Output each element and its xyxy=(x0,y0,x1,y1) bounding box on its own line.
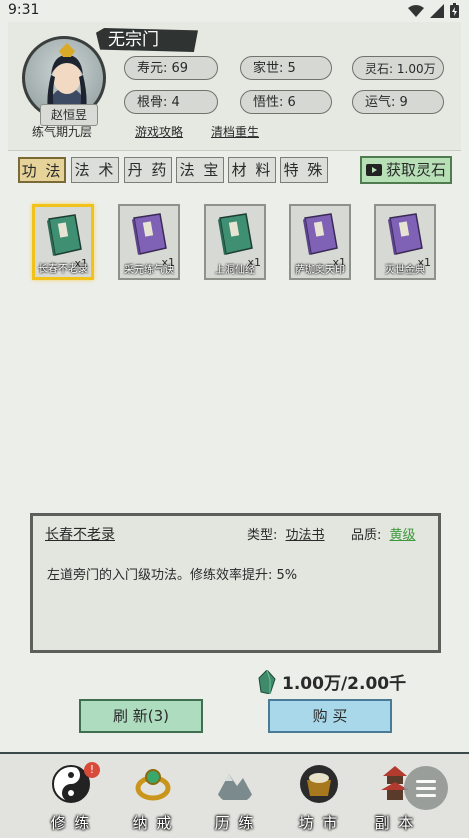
tab-spells[interactable]: 法 术 xyxy=(71,157,119,183)
item-slot[interactable]: x1 上洞仙经 xyxy=(204,204,266,280)
ring-icon xyxy=(135,769,171,801)
mountain-icon xyxy=(215,774,255,800)
item-name: 上洞仙经 xyxy=(215,265,255,276)
bottom-nav: ! 修 练 纳 戒 历 练 坊 市 副 本 xyxy=(0,752,469,838)
video-icon xyxy=(365,164,382,176)
stat-luck: 运气: 9 xyxy=(352,90,444,114)
book-icon xyxy=(132,213,167,255)
item-slot[interactable]: x1 长春不老录 xyxy=(32,204,94,280)
spirit-stone-icon xyxy=(258,669,276,694)
notification-badge: ! xyxy=(84,762,100,778)
book-icon xyxy=(303,213,338,255)
get-spirit-stones-button[interactable]: 获取灵石 xyxy=(360,156,452,184)
cultivation-realm: 练气期九层 xyxy=(32,125,93,139)
detail-description: 左道旁门的入门级功法。修练效率提升: 5% xyxy=(47,568,298,583)
nav-adventure[interactable]: 历 练 xyxy=(200,760,270,836)
item-grid: x1 长春不老录 x1 采元练气诀 x1 上洞仙经 x1 萨珈奥天印 x1 灭世… xyxy=(0,190,469,500)
stat-spirit-stones: 灵石: 1.00万 xyxy=(352,56,444,80)
item-slot[interactable]: x1 灭世金典 xyxy=(374,204,436,280)
detail-item-name: 长春不老录 xyxy=(45,527,115,543)
item-slot[interactable]: x1 萨珈奥天印 xyxy=(289,204,351,280)
item-name: 萨珈奥天印 xyxy=(295,265,345,276)
nav-label: 纳 戒 xyxy=(132,814,174,832)
signal-icon xyxy=(430,3,444,18)
menu-icon xyxy=(416,780,436,797)
item-name: 灭世金典 xyxy=(385,265,425,276)
stat-lifespan: 寿元: 69 xyxy=(124,56,218,80)
status-time: 9:31 xyxy=(8,2,40,18)
nav-label: 修 练 xyxy=(50,814,92,832)
stat-comprehension: 悟性: 6 xyxy=(240,90,332,114)
floating-menu-button[interactable] xyxy=(404,766,448,810)
book-icon xyxy=(388,213,423,255)
book-icon xyxy=(218,213,253,255)
tab-techniques[interactable]: 功 法 xyxy=(18,157,66,183)
nav-label: 副 本 xyxy=(374,814,416,832)
tab-materials[interactable]: 材 料 xyxy=(228,157,276,183)
stat-bone: 根骨: 4 xyxy=(124,90,218,114)
game-guide-link[interactable]: 游戏攻略 xyxy=(135,123,183,140)
reset-save-link[interactable]: 清档重生 xyxy=(211,123,259,140)
tab-special[interactable]: 特 殊 xyxy=(280,157,328,183)
stat-family: 家世: 5 xyxy=(240,56,332,80)
buy-button[interactable]: 购 买 xyxy=(268,699,392,733)
tab-pills[interactable]: 丹 药 xyxy=(124,157,172,183)
cauldron-icon xyxy=(300,765,338,803)
nav-label: 坊 市 xyxy=(298,814,340,832)
wifi-icon xyxy=(408,4,424,17)
sect-name: 无宗门 xyxy=(96,28,198,52)
status-bar: 9:31 xyxy=(0,0,469,22)
nav-storage-ring[interactable]: 纳 戒 xyxy=(118,760,188,836)
price-display: 1.00万/2.00千 xyxy=(258,669,406,694)
item-slot[interactable]: x1 采元练气诀 xyxy=(118,204,180,280)
nav-market[interactable]: 坊 市 xyxy=(284,760,354,836)
detail-type: 类型: 功法书 xyxy=(247,528,325,543)
item-name: 长春不老录 xyxy=(38,264,88,275)
detail-quality: 品质: 黄级 xyxy=(351,528,416,543)
tab-treasures[interactable]: 法 宝 xyxy=(176,157,224,183)
nav-label: 历 练 xyxy=(214,814,256,832)
player-header: 无宗门 赵恒昱 练气期九层 游戏攻略 清档重生 寿元: 69 家世: 5 灵石:… xyxy=(8,22,461,151)
item-name: 采元练气诀 xyxy=(124,265,174,276)
item-detail-panel: 长春不老录 类型: 功法书 品质: 黄级 左道旁门的入门级功法。修练效率提升: … xyxy=(30,513,441,653)
refresh-button[interactable]: 刷 新(3) xyxy=(79,699,203,733)
battery-icon xyxy=(450,3,459,18)
book-icon xyxy=(47,214,82,256)
nav-cultivate[interactable]: ! 修 练 xyxy=(36,760,106,836)
